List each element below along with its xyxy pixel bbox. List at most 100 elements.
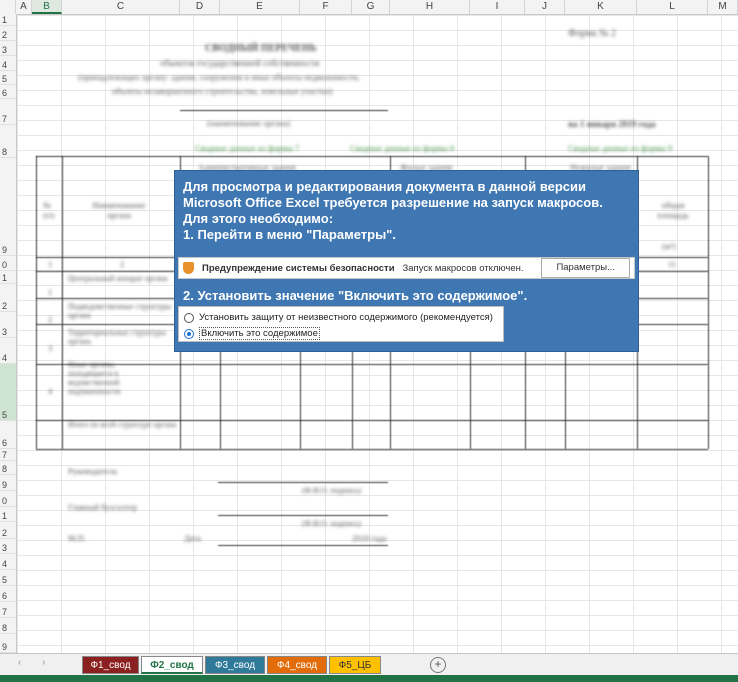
col-name-header: Наименование органа [92,200,146,220]
year-label: 2018 года [352,533,387,543]
row-header[interactable]: 6 [0,421,16,449]
row-header[interactable]: 3 [0,539,16,554]
sheet-tab-f2[interactable]: Ф2_свод [141,656,203,674]
column-header-g[interactable]: G [352,0,390,14]
signature-line [218,482,388,483]
spreadsheet-sheet: A B C D E F G H I J K L M 1 2 3 4 5 6 7 … [0,0,738,653]
col-number-header: № п/п [43,200,55,220]
green-label-1: Сводные данные из формы 7 [195,143,300,153]
row-header[interactable]: 9 [0,158,16,256]
signature-caption-1: (Ф.И.О. подпись) [302,486,362,495]
row-header[interactable]: 3 [0,312,16,338]
option-protect-label: Установить защиту от неизвестного содерж… [199,312,493,323]
column-header-i[interactable]: I [470,0,525,14]
row-number: 2 [48,314,53,324]
green-label-3: Сводные данные из формы 9 [568,143,673,153]
row-header[interactable]: 7 [0,449,16,461]
sheet-tab-f3[interactable]: Ф3_свод [205,656,265,674]
security-warning-title: Предупреждение системы безопасности [202,262,395,274]
sheet-tab-f4[interactable]: Ф4_свод [267,656,327,674]
select-all-corner[interactable] [0,0,16,14]
row-number: 3 [48,343,53,353]
row-header[interactable]: 3 [0,41,16,56]
column-header-j[interactable]: J [525,0,565,14]
row-header[interactable]: 1 [0,271,16,284]
row-header[interactable]: 4 [0,554,16,570]
row-header[interactable]: 2 [0,26,16,41]
status-bar [0,675,738,682]
security-warning-bar: Предупреждение системы безопасности Запу… [178,257,635,279]
org-caption: (наименование органа) [207,118,291,128]
row-header[interactable]: 1 [0,14,16,26]
column-header-e[interactable]: E [220,0,300,14]
instruction-line-3: Для этого необходимо: [183,211,334,226]
tab-next-arrow-icon[interactable]: › [42,657,45,668]
date-label: Дата [184,533,201,543]
row-number: 1 [48,287,53,297]
row-header[interactable]: 5 [0,570,16,586]
options-button[interactable]: Параметры... [541,258,630,278]
signature-line [218,545,388,546]
add-sheet-icon[interactable]: + [430,657,446,673]
row-header[interactable]: 2 [0,284,16,312]
column-header-k[interactable]: K [565,0,637,14]
row-header[interactable]: 9 [0,634,16,653]
table-line [36,156,708,157]
column-header-l[interactable]: L [637,0,708,14]
report-date: на 1 января 2019 года [568,119,656,129]
radio-protect[interactable] [184,312,194,323]
row-header[interactable]: 4 [0,338,16,364]
row-header[interactable]: 5 [0,364,16,421]
table-line [36,420,708,421]
column-header-a[interactable]: A [16,0,32,14]
num-row-11: 11 [668,259,677,269]
macro-instruction-panel: Для просмотра и редактирования документа… [174,170,639,352]
option-enable[interactable]: Включить это содержимое [184,327,320,340]
col-area-unit: (м²) [662,241,676,251]
document-subtitle-3: объекты незавершенного строительства, зе… [112,86,333,96]
sheet-tab-bar: ‹ › Ф1_свод Ф2_свод Ф3_свод Ф4_свод Ф5_Ц… [0,653,738,676]
row-total: Итого по всей структуре органа [68,420,177,429]
table-line [36,449,708,450]
row-header[interactable]: 5 [0,71,16,85]
row-header[interactable]: 8 [0,618,16,634]
column-header-m[interactable]: M [708,0,738,14]
sheet-tab-f1[interactable]: Ф1_свод [82,656,139,674]
num-row-1: 1 [48,259,53,269]
column-header-h[interactable]: H [390,0,470,14]
form-number: Форма № 2 [568,28,616,39]
table-line [62,156,63,449]
row-header[interactable]: 4 [0,56,16,71]
row-header[interactable]: 7 [0,602,16,618]
radio-enable[interactable] [184,328,194,339]
row-header[interactable]: 0 [0,256,16,271]
row-number: 4 [48,386,53,396]
row-header[interactable]: 8 [0,125,16,158]
row-header[interactable]: 9 [0,475,16,491]
column-header-c[interactable]: C [62,0,180,14]
tab-prev-arrow-icon[interactable]: ‹ [18,657,21,668]
row-header[interactable]: 2 [0,522,16,539]
document-subtitle-1: объектов государственной собственности [160,58,320,68]
signature-caption-2: (Ф.И.О. подпись) [302,519,362,528]
table-line [36,364,708,365]
option-protect[interactable]: Установить защиту от неизвестного содерж… [184,312,493,323]
row-header[interactable]: 0 [0,491,16,507]
sheet-tab-f5[interactable]: Ф5_ЦБ [329,656,381,674]
macro-options-box: Установить защиту от неизвестного содерж… [178,306,504,342]
column-header-d[interactable]: D [180,0,220,14]
row-central: Центральный аппарат органа [68,274,168,283]
row-header-bar: 1 2 3 4 5 6 7 8 9 0 1 2 3 4 5 6 7 8 9 0 … [0,14,17,653]
instruction-line-1: Для просмотра и редактирования документа… [183,179,587,194]
signature-head: Руководитель [68,466,118,476]
row-territorial: Территориальные структуры органа [68,328,167,346]
column-header-f[interactable]: F [300,0,352,14]
row-header[interactable]: 6 [0,85,16,99]
row-header[interactable]: 6 [0,586,16,602]
row-header[interactable]: 8 [0,461,16,475]
row-header[interactable]: 7 [0,99,16,125]
row-header[interactable]: 1 [0,507,16,522]
column-header-b[interactable]: B [32,0,62,14]
document-title: СВОДНЫЙ ПЕРЕЧЕНЬ [205,43,317,54]
table-line [708,156,709,449]
